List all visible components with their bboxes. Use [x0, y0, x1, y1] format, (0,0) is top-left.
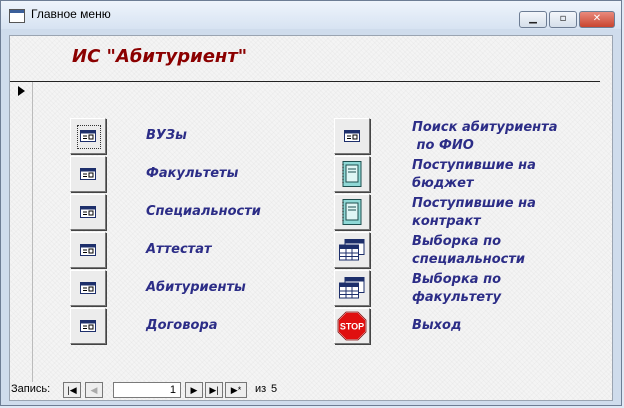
query-icon	[339, 277, 365, 299]
contract-admitted-label-line1: Поступившие на	[412, 196, 536, 211]
form-icon	[80, 320, 96, 332]
applicants-button[interactable]	[70, 270, 106, 306]
select-by-faculty-button[interactable]	[334, 270, 370, 306]
select-by-faculty-label-line2: факультету	[412, 290, 502, 305]
query-icon	[339, 239, 365, 261]
record-selector[interactable]	[10, 82, 33, 382]
search-applicant-label-line2: по ФИО	[412, 138, 474, 153]
record-total: 5	[271, 383, 278, 395]
budget-admitted-label-line1: Поступившие на	[412, 158, 536, 173]
specialties-button[interactable]	[70, 194, 106, 230]
contracts-button[interactable]	[70, 308, 106, 344]
last-record-button[interactable]: ▶|	[205, 382, 223, 398]
form-body: ИС "Абитуриент" ВУЗы Факультеты Специаль…	[9, 35, 613, 401]
exit-button[interactable]: STOP	[334, 308, 370, 344]
universities-button[interactable]	[70, 118, 106, 154]
report-icon	[342, 199, 362, 225]
select-by-specialty-label: Выборка по специальности	[412, 233, 525, 269]
window-title: Главное меню	[31, 7, 111, 21]
faculties-button[interactable]	[70, 156, 106, 192]
close-button[interactable]: ✕	[579, 11, 615, 28]
next-record-button[interactable]: ▶	[185, 382, 203, 398]
budget-admitted-button[interactable]	[334, 156, 370, 192]
certificate-button[interactable]	[70, 232, 106, 268]
new-record-button[interactable]: ▶*	[225, 382, 247, 398]
form-header-title: ИС "Абитуриент"	[72, 46, 248, 67]
search-applicant-label-line1: Поиск абитуриента	[412, 120, 558, 135]
record-navigation-bar: Запись: |◀ ◀ 1 ▶ ▶| ▶* из 5	[9, 381, 613, 401]
contract-admitted-label: Поступившие на контракт	[412, 195, 536, 231]
stop-icon: STOP	[337, 311, 367, 341]
form-icon	[80, 130, 96, 142]
record-label: Запись:	[11, 383, 51, 395]
search-applicant-label: Поиск абитуриента по ФИО	[412, 119, 557, 155]
header-divider	[10, 81, 600, 82]
select-by-specialty-label-line2: специальности	[412, 252, 526, 267]
current-record-arrow-icon	[18, 86, 25, 96]
search-applicant-button[interactable]	[334, 118, 370, 154]
certificate-label: Аттестат	[146, 242, 212, 257]
form-icon	[80, 282, 96, 294]
select-by-faculty-label-line1: Выборка по	[412, 272, 502, 287]
contract-admitted-button[interactable]	[334, 194, 370, 230]
budget-admitted-label: Поступившие на бюджет	[412, 157, 536, 193]
report-icon	[342, 161, 362, 187]
form-window-icon	[9, 9, 25, 23]
record-of-label: из	[255, 383, 267, 395]
maximize-button[interactable]: ▫	[549, 11, 577, 28]
faculties-label: Факультеты	[146, 166, 239, 181]
minimize-button[interactable]: ▁	[519, 11, 547, 28]
select-by-specialty-button[interactable]	[334, 232, 370, 268]
form-icon	[80, 206, 96, 218]
title-bar[interactable]: Главное меню ▁ ▫ ✕	[1, 1, 621, 29]
form-icon	[344, 130, 360, 142]
first-record-button[interactable]: |◀	[63, 382, 81, 398]
exit-label: Выход	[412, 318, 462, 333]
specialties-label: Специальности	[146, 204, 261, 219]
current-record-input[interactable]: 1	[113, 382, 181, 398]
applicants-label: Абитуриенты	[146, 280, 246, 295]
contracts-label: Договора	[146, 318, 218, 333]
previous-record-button[interactable]: ◀	[85, 382, 103, 398]
form-icon	[80, 244, 96, 256]
form-icon	[80, 168, 96, 180]
svg-text:STOP: STOP	[340, 322, 364, 332]
select-by-faculty-label: Выборка по факультету	[412, 271, 501, 307]
main-menu-window: Главное меню ▁ ▫ ✕ ИС "Абитуриент" ВУЗы …	[0, 0, 622, 406]
select-by-specialty-label-line1: Выборка по	[412, 234, 502, 249]
budget-admitted-label-line2: бюджет	[412, 176, 474, 191]
contract-admitted-label-line2: контракт	[412, 214, 481, 229]
universities-label: ВУЗы	[146, 128, 187, 143]
